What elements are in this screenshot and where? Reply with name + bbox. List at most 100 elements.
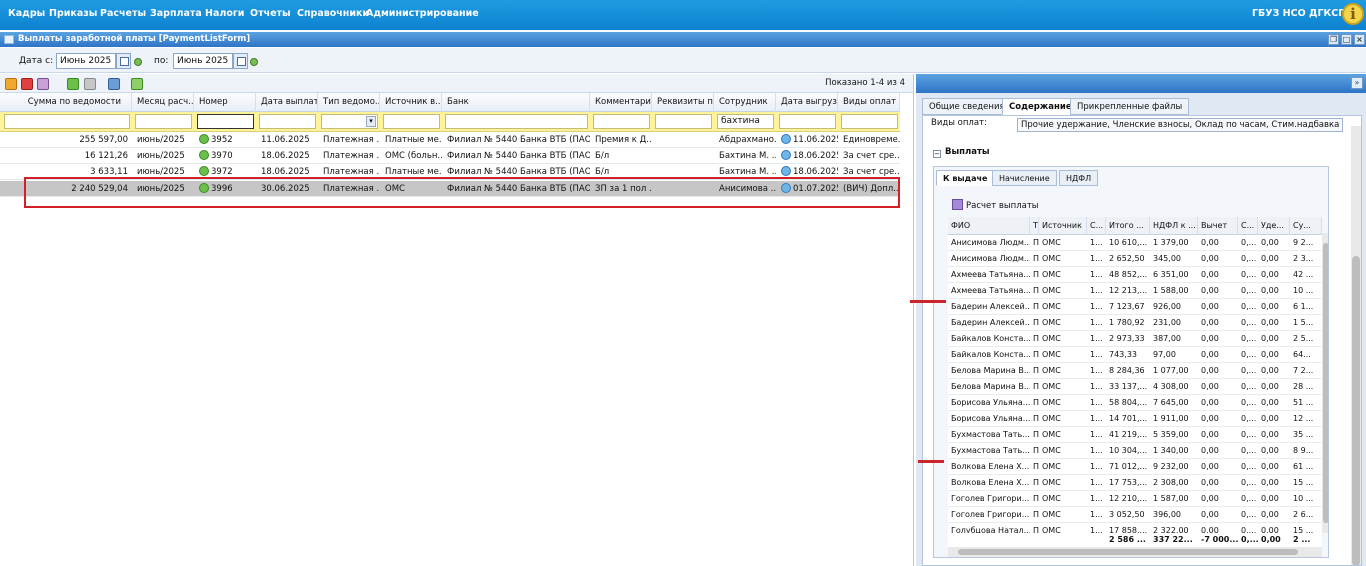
menu-kadry[interactable]: Кадры (8, 0, 45, 30)
list-item[interactable]: Байкалов Конста... П ОМС 1... 743,33 97,00 0,0… (948, 347, 1322, 363)
col-comment[interactable]: Комментарий (590, 93, 652, 112)
col-upload-date[interactable]: Дата выгруз... (776, 93, 838, 112)
collapse-toggle-icon[interactable]: − (933, 150, 941, 158)
filter-pay-date[interactable] (259, 114, 316, 129)
list-item[interactable]: Волкова Елена Х... П ОМС 1... 71 012,... 9 23… (948, 459, 1322, 475)
payments-section-header[interactable]: − Выплаты (927, 146, 1345, 162)
subcol-s1[interactable]: С... (1087, 217, 1106, 235)
pay-types-field[interactable]: Прочие удержание, Членские взносы, Оклад… (1017, 118, 1343, 132)
table-row[interactable]: 16 121,26 июнь/2025 3970 18.06.2025 Платежна… (0, 148, 900, 164)
collapse-icon[interactable]: » (1351, 77, 1363, 89)
filter-sum[interactable] (4, 114, 130, 129)
subcell-sum: 2 6... (1293, 510, 1314, 519)
settings-icon[interactable] (37, 78, 49, 90)
list-item[interactable]: Бухмастова Тать... П ОМС 1... 41 219,... 5 35… (948, 427, 1322, 443)
filter-pay-types[interactable] (841, 114, 898, 129)
menu-administrirovanie[interactable]: Администрирование (366, 0, 479, 30)
list-item[interactable]: Борисова Ульяна... П ОМС 1... 14 701,... 1 91… (948, 411, 1322, 427)
list-item[interactable]: Байкалов Конста... П ОМС 1... 2 973,33 387,00… (948, 331, 1322, 347)
tab-ndfl[interactable]: НДФЛ (1059, 170, 1099, 186)
close-icon[interactable]: × (1354, 34, 1365, 45)
col-pay-date[interactable]: Дата выплаты (256, 93, 318, 112)
date-to-input[interactable]: Июнь 2025 (173, 53, 233, 69)
menu-raschety[interactable]: Расчеты (100, 0, 146, 30)
subcell-t: П (1033, 286, 1039, 295)
menu-nalogi[interactable]: Налоги (205, 0, 244, 30)
list-item[interactable]: Анисимова Людм... П ОМС 1... 2 652,50 345,00 0… (948, 251, 1322, 267)
filter-bank[interactable] (445, 114, 588, 129)
maximize-icon[interactable]: □ (1341, 34, 1352, 45)
col-source[interactable]: Источник в... (380, 93, 442, 112)
subgrid-scrollbar[interactable] (1322, 233, 1328, 533)
subcol-t[interactable]: Т (1030, 217, 1039, 235)
list-item[interactable]: Гоголев Григори... П ОМС 1... 3 052,50 396,00… (948, 507, 1322, 523)
tab-to-issue[interactable]: К выдаче (936, 170, 995, 186)
info-icon[interactable]: i (1342, 3, 1364, 25)
list-item[interactable]: Анисимова Людм... П ОМС 1... 10 610,... 1 379… (948, 235, 1322, 251)
filter-type[interactable]: ▾ (321, 114, 378, 129)
col-employee[interactable]: Сотрудник (714, 93, 776, 112)
list-item[interactable]: Ахмеева Татьяна... П ОМС 1... 48 852,... 6 35… (948, 267, 1322, 283)
hscroll-thumb[interactable] (958, 549, 1298, 555)
list-item[interactable]: Бадерин Алексей... П ОМС 1... 7 123,67 926,00… (948, 299, 1322, 315)
col-requisites[interactable]: Реквизиты п... (652, 93, 714, 112)
list-item[interactable]: Бухмастова Тать... П ОМС 1... 10 304,... 1 34… (948, 443, 1322, 459)
calendar-icon[interactable] (233, 53, 248, 69)
refresh-icon[interactable] (131, 78, 143, 90)
subcol-deduction[interactable]: Вычет (1198, 217, 1238, 235)
list-item[interactable]: Борисова Ульяна... П ОМС 1... 58 804,... 7 64… (948, 395, 1322, 411)
print-icon[interactable] (108, 78, 120, 90)
filter-employee[interactable]: бахтина (717, 114, 774, 129)
restore-icon[interactable]: ❐ (1328, 34, 1339, 45)
tab-accrual[interactable]: Начисление (992, 170, 1057, 186)
subcol-sum[interactable]: Су... (1290, 217, 1322, 235)
menu-prikazy[interactable]: Приказы (49, 0, 97, 30)
col-month[interactable]: Месяц расч... (132, 93, 194, 112)
menu-otchety[interactable]: Отчеты (250, 0, 291, 30)
subcol-s2[interactable]: С... (1238, 217, 1258, 235)
cell-pay-types: Единовреме... (838, 132, 900, 148)
col-type[interactable]: Тип ведомо... (318, 93, 380, 112)
disapprove-icon[interactable] (84, 78, 96, 90)
tab-general[interactable]: Общие сведения (922, 98, 1012, 115)
subgrid-hscrollbar[interactable] (948, 547, 1322, 557)
list-item[interactable]: Белова Марина В... П ОМС 1... 8 284,36 1 077,… (948, 363, 1322, 379)
subcol-ndfl[interactable]: НДФЛ к ... (1150, 217, 1198, 235)
col-bank[interactable]: Банк (442, 93, 590, 112)
calc-payment-button[interactable]: Расчет выплаты (952, 199, 1039, 211)
subcol-source[interactable]: Источник (1039, 217, 1087, 235)
subcol-withheld[interactable]: Уде... (1258, 217, 1290, 235)
list-item[interactable]: Ахмеева Татьяна... П ОМС 1... 12 213,... 1 58… (948, 283, 1322, 299)
list-item[interactable]: Волкова Елена Х... П ОМС 1... 17 753,... 2 30… (948, 475, 1322, 491)
table-row[interactable]: 255 597,00 июнь/2025 3952 11.06.2025 Платежн… (0, 132, 900, 148)
subcol-fio[interactable]: ФИО (948, 217, 1030, 235)
list-item[interactable]: Бадерин Алексей... П ОМС 1... 1 780,92 231,00… (948, 315, 1322, 331)
date-from-input[interactable]: Июнь 2025 (56, 53, 116, 69)
delete-icon[interactable] (21, 78, 33, 90)
col-pay-types[interactable]: Виды оплат (838, 93, 900, 112)
scrollbar-thumb[interactable] (1323, 243, 1328, 523)
list-item[interactable]: Гоголев Григори... П ОМС 1... 12 210,... 1 58… (948, 491, 1322, 507)
filter-number[interactable] (197, 114, 254, 129)
filter-requisites[interactable] (655, 114, 712, 129)
scrollbar-thumb[interactable] (1352, 256, 1360, 565)
content-scrollbar[interactable] (1351, 126, 1361, 565)
col-number[interactable]: Номер (194, 93, 256, 112)
clear-icon[interactable] (250, 58, 258, 66)
list-item[interactable]: Белова Марина В... П ОМС 1... 33 137,... 4 30… (948, 379, 1322, 395)
filter-source[interactable] (383, 114, 440, 129)
filter-month[interactable] (135, 114, 192, 129)
filter-upload-date[interactable] (779, 114, 836, 129)
calendar-icon[interactable] (116, 53, 131, 69)
tab-attachments[interactable]: Прикрепленные файлы (1070, 98, 1190, 115)
col-sum[interactable]: Сумма по ведомости (0, 93, 132, 112)
tab-content[interactable]: Содержание (1002, 98, 1079, 115)
edit-icon[interactable] (5, 78, 17, 90)
filter-comment[interactable] (593, 114, 650, 129)
approve-icon[interactable] (67, 78, 79, 90)
chevron-down-icon[interactable]: ▾ (366, 116, 376, 127)
menu-zarplata[interactable]: Зарплата (150, 0, 202, 30)
subcol-total[interactable]: Итого ... (1106, 217, 1150, 235)
menu-spravochniki[interactable]: Справочники (297, 0, 369, 30)
clear-icon[interactable] (134, 58, 142, 66)
